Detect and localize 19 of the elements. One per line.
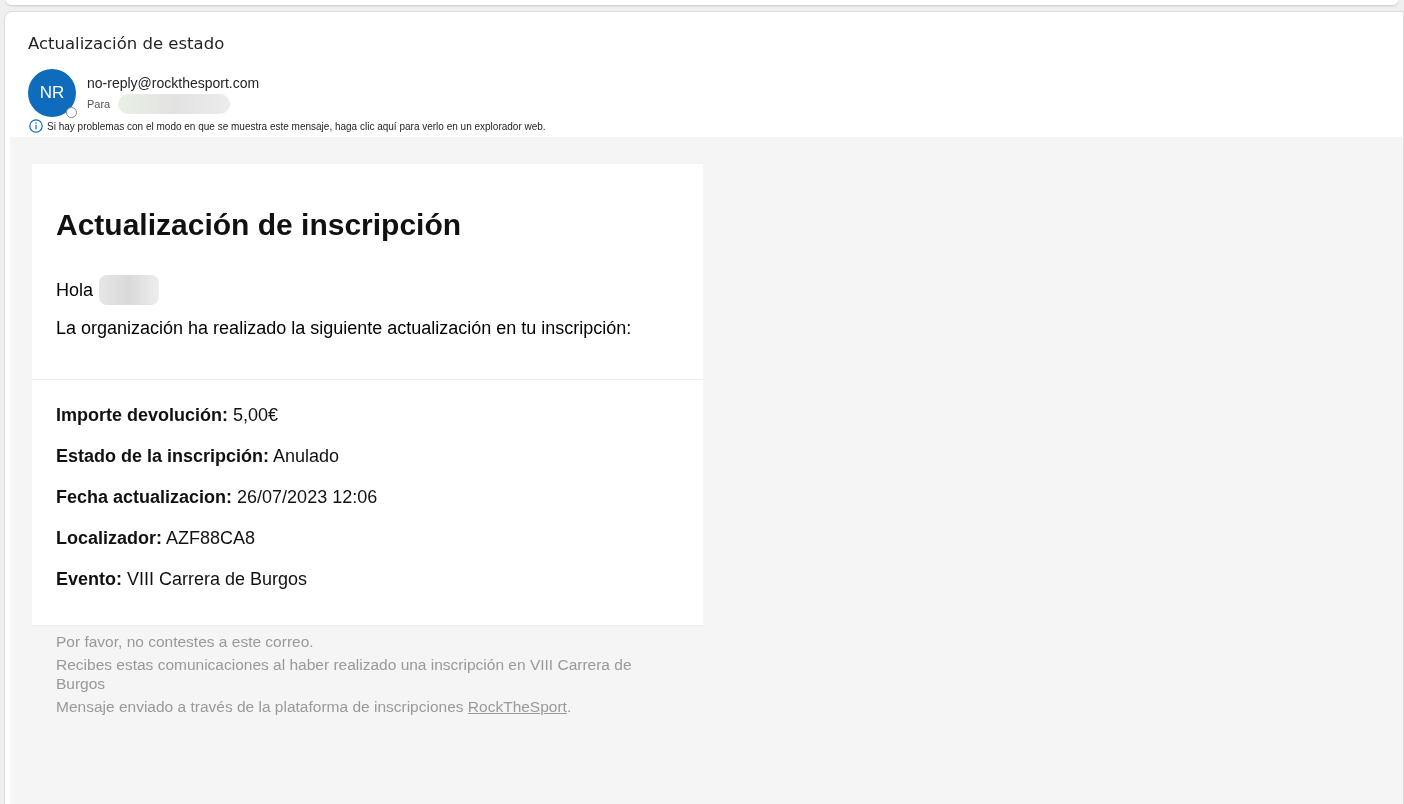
message-subject: Actualización de estado — [28, 34, 226, 53]
footer-text: Recibes estas comunicaciones al haber realizado una inscripción en VIII Carrera de Burgos — [56, 655, 633, 693]
info-icon — [29, 119, 43, 133]
detail-line: Fecha actualizacion: 26/07/2023 12:06 — [56, 486, 379, 508]
detail-line: Localizador: AZF88CA8 — [56, 527, 257, 549]
detail-line: Evento: VIII Carrera de Burgos — [56, 568, 309, 590]
footer-text: Por favor, no contestes a este correo. — [56, 632, 315, 651]
detail-line: Importe devolución: 5,00€ — [56, 404, 280, 426]
browser-view-notice[interactable]: Si hay problemas con el modo en que se muestra este mensaje, haga clic aquí para verlo en un explorador web. — [47, 120, 546, 132]
greeting: Hola — [56, 279, 94, 301]
detail-line: Estado de la inscripción: Anulado — [56, 445, 341, 467]
presence-icon — [66, 107, 77, 118]
to-label: Para — [87, 98, 111, 110]
sender-address[interactable]: no-reply@rockthesport.com — [87, 75, 260, 91]
email-heading: Actualización de inscripción — [56, 208, 463, 242]
intro-text: La organización ha realizado la siguiente actualización en tu inscripción: — [56, 318, 633, 339]
sender-avatar[interactable]: NR — [28, 69, 76, 117]
footer-text: Mensaje enviado a través de la plataforma de inscripciones RockTheSport. — [56, 697, 573, 716]
redacted-name — [99, 275, 160, 305]
